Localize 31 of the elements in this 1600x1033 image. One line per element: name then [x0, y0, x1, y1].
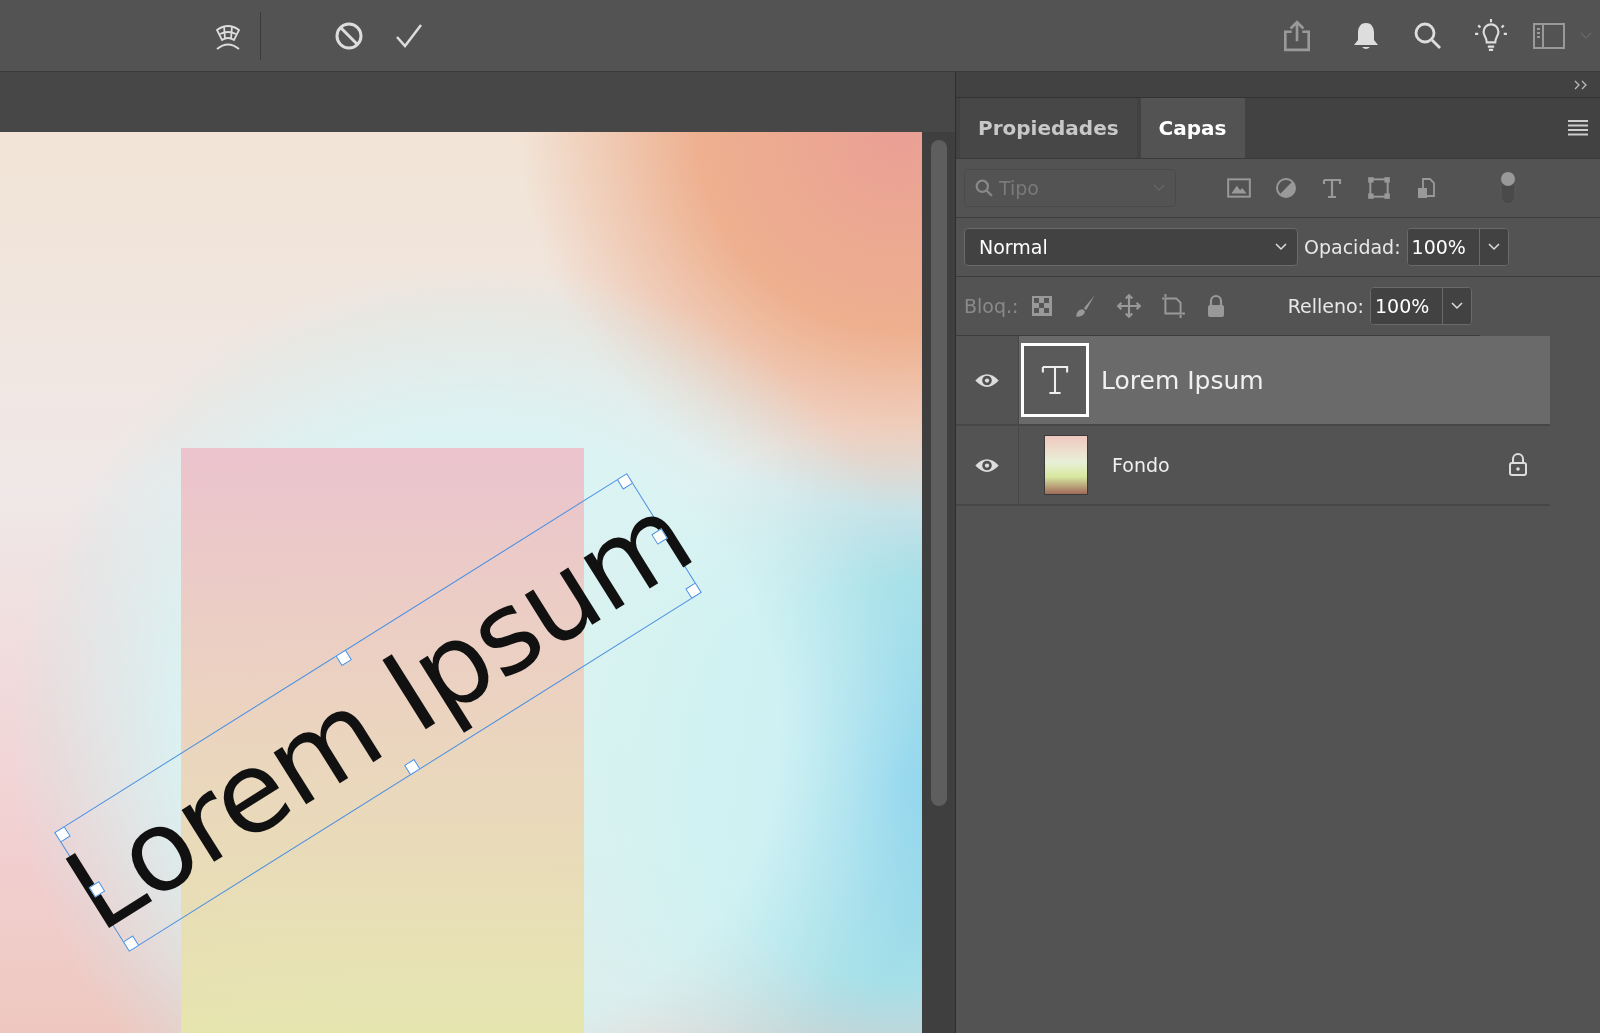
panel-tab[interactable]: Capas — [1140, 98, 1245, 158]
chevron-down-icon — [1487, 243, 1500, 251]
panel-tab[interactable]: Propiedades — [960, 98, 1137, 158]
layer-item[interactable]: Lorem Ipsum — [1019, 336, 1550, 424]
collapse-panel-icon[interactable] — [1574, 79, 1588, 90]
layer-name: Lorem Ipsum — [1101, 365, 1265, 395]
chevron-down-icon — [1275, 243, 1287, 251]
adjustment-filter-icon[interactable] — [1274, 176, 1298, 200]
layer-name: Fondo — [1112, 454, 1171, 476]
fill-field[interactable]: 100% — [1371, 288, 1443, 324]
opacity-field[interactable]: 100% — [1407, 229, 1480, 265]
image-filter-icon[interactable] — [1226, 175, 1252, 201]
shape-filter-icon[interactable] — [1366, 175, 1392, 201]
lock-transparent-pixels-icon[interactable] — [1030, 294, 1055, 318]
fill-label: Relleno: — [1287, 295, 1364, 317]
lightbulb-icon[interactable] — [1474, 18, 1508, 53]
search-icon — [975, 179, 993, 197]
blend-mode-dropdown[interactable]: Normal — [964, 228, 1298, 266]
opacity-label: Opacidad: — [1304, 236, 1401, 258]
type-filter-icon[interactable] — [1320, 176, 1344, 200]
menu-icon[interactable] — [1568, 120, 1588, 136]
workspace-icon[interactable] — [1532, 21, 1566, 50]
eye-icon[interactable] — [974, 371, 1000, 389]
opacity-control[interactable]: 100% — [1406, 228, 1509, 266]
scrollbar-thumb[interactable] — [930, 140, 947, 806]
move-icon[interactable] — [1116, 293, 1143, 319]
eye-icon[interactable] — [974, 456, 1000, 474]
filter-toggle-icon[interactable] — [1500, 171, 1516, 205]
chevron-down-icon — [1451, 302, 1463, 310]
fill-control[interactable]: 100% — [1370, 287, 1472, 325]
image-thumbnail — [1044, 435, 1088, 495]
